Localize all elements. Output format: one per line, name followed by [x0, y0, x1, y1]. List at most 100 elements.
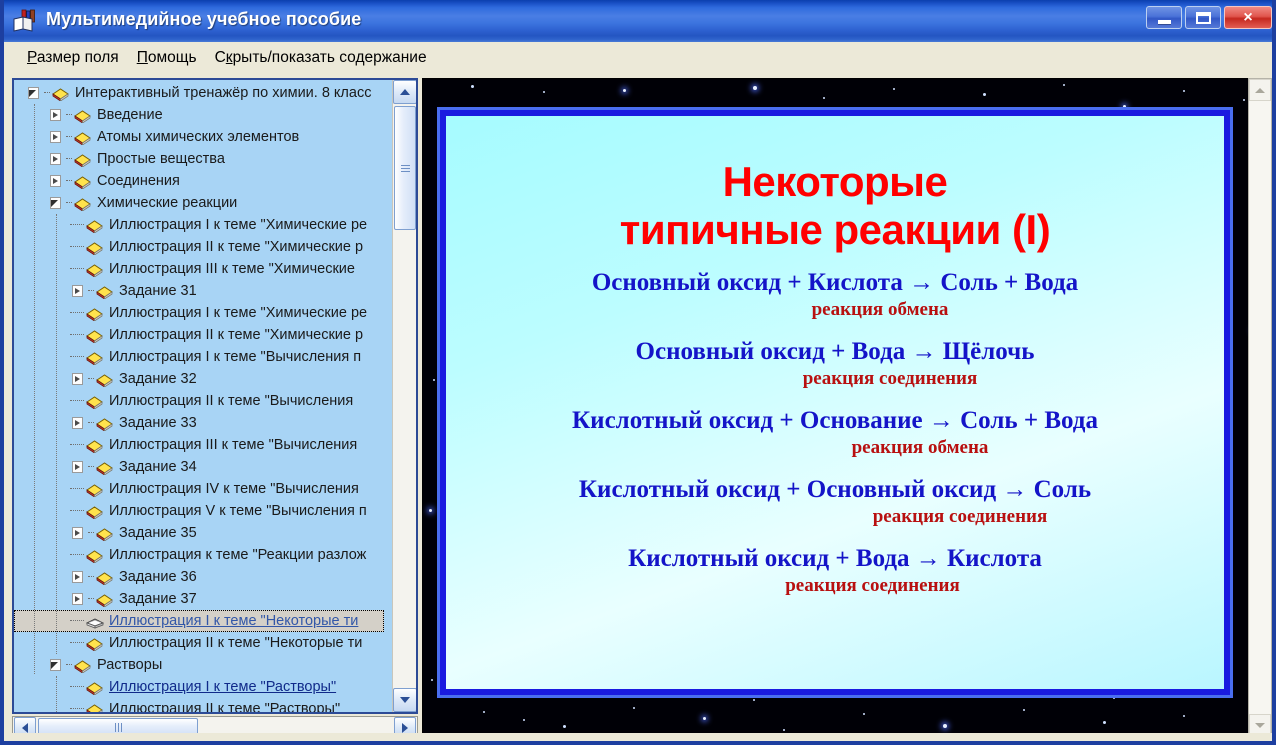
- minimize-button[interactable]: [1146, 6, 1182, 29]
- reaction-list: Основный оксид + Кислота → Соль + Водаре…: [446, 268, 1224, 598]
- reaction-item: Основный оксид + Вода → Щёлочьреакция со…: [446, 337, 1224, 391]
- menu-item-2[interactable]: Скрыть/показать содержание: [206, 46, 436, 70]
- tree-item-label: Задание 31: [119, 282, 197, 300]
- expand-toggle-icon[interactable]: [48, 130, 63, 145]
- maximize-button[interactable]: [1185, 6, 1221, 29]
- tree-item[interactable]: Иллюстрация II к теме "Некоторые ти: [14, 632, 392, 654]
- tree-scroll-down-button[interactable]: [393, 688, 417, 712]
- tree-item-label: Иллюстрация II к теме "Некоторые ти: [109, 634, 362, 652]
- tree-item[interactable]: Иллюстрация I к теме "Химические ре: [14, 214, 392, 236]
- expand-toggle-icon[interactable]: [70, 570, 85, 585]
- star-icon: [433, 379, 435, 381]
- content-scroll-up-button[interactable]: [1249, 79, 1271, 101]
- tree-item[interactable]: Задание 34: [14, 456, 392, 478]
- tree-item[interactable]: Задание 35: [14, 522, 392, 544]
- tree-item[interactable]: Иллюстрация I к теме "Вычисления п: [14, 346, 392, 368]
- content-area: Интерактивный тренажёр по химии. 8 класс…: [8, 74, 1276, 741]
- reaction-equation: Кислотный оксид + Вода → Кислота: [446, 544, 1224, 574]
- tree-item[interactable]: Интерактивный тренажёр по химии. 8 класс: [14, 82, 392, 104]
- menu-item-1[interactable]: Помощь: [128, 46, 206, 70]
- close-button[interactable]: ×: [1224, 6, 1272, 29]
- tree-scroll-thumb[interactable]: [394, 106, 416, 230]
- tree-item[interactable]: Иллюстрация II к теме "Химические р: [14, 236, 392, 258]
- book-icon: [86, 702, 103, 713]
- star-icon: [783, 729, 785, 731]
- tree-item[interactable]: Растворы: [14, 654, 392, 676]
- tree-item-label: Иллюстрация V к теме "Вычисления п: [109, 502, 367, 520]
- star-icon: [429, 509, 432, 512]
- slide: Некоторые типичные реакции (I) Основный …: [440, 110, 1230, 695]
- book-icon: [52, 86, 69, 101]
- content-vertical-scrollbar[interactable]: [1248, 78, 1272, 737]
- star-icon: [753, 699, 755, 701]
- expand-toggle-icon[interactable]: [48, 174, 63, 189]
- book-icon: [86, 328, 103, 343]
- expand-toggle-icon[interactable]: [70, 416, 85, 431]
- tree-item[interactable]: Задание 36: [14, 566, 392, 588]
- slide-title-line-1: Некоторые: [446, 158, 1224, 206]
- tree-item[interactable]: Простые вещества: [14, 148, 392, 170]
- expand-toggle-icon[interactable]: [70, 372, 85, 387]
- tree-item[interactable]: Иллюстрация к теме "Реакции разлож: [14, 544, 392, 566]
- tree-item[interactable]: Иллюстрация II к теме "Вычисления: [14, 390, 392, 412]
- tree-item[interactable]: Иллюстрация I к теме "Растворы": [14, 676, 392, 698]
- book-icon: [96, 570, 113, 585]
- expand-toggle-icon[interactable]: [70, 460, 85, 475]
- tree-item[interactable]: Задание 31: [14, 280, 392, 302]
- tree-connector: [88, 290, 94, 292]
- star-icon: [1023, 709, 1025, 711]
- star-icon: [823, 97, 825, 99]
- tree-item[interactable]: Химические реакции: [14, 192, 392, 214]
- tree-connector: [88, 532, 94, 534]
- menu-bar: Размер поляПомощьСкрыть/показать содержа…: [8, 42, 1276, 74]
- reaction-item: Кислотный оксид + Вода → Кислотареакция …: [446, 544, 1224, 598]
- star-icon: [1183, 90, 1185, 92]
- tree-item[interactable]: Иллюстрация III к теме "Вычисления: [14, 434, 392, 456]
- collapse-toggle-icon[interactable]: [48, 196, 63, 211]
- book-icon: [74, 174, 91, 189]
- tree-item[interactable]: Введение: [14, 104, 392, 126]
- tree-item[interactable]: Иллюстрация III к теме "Химические: [14, 258, 392, 280]
- menu-item-0[interactable]: Размер поля: [18, 46, 128, 70]
- tree-item-label: Иллюстрация II к теме "Растворы": [109, 700, 340, 712]
- tree-connector: [70, 312, 84, 314]
- tree-connector: [66, 158, 72, 160]
- tree-connector: [66, 664, 72, 666]
- tree-vertical-scrollbar[interactable]: [392, 80, 416, 712]
- collapse-toggle-icon[interactable]: [48, 658, 63, 673]
- slide-title-line-2: типичные реакции (I): [446, 206, 1224, 254]
- tree-item[interactable]: Иллюстрация II к теме "Растворы": [14, 698, 392, 712]
- book-icon: [74, 196, 91, 211]
- slide-viewer-panel: Некоторые типичные реакции (I) Основный …: [422, 78, 1272, 737]
- scroll-up-icon: [1255, 88, 1265, 93]
- reaction-item: Основный оксид + Кислота → Соль + Водаре…: [446, 268, 1224, 322]
- tree-item[interactable]: Соединения: [14, 170, 392, 192]
- slide-title: Некоторые типичные реакции (I): [446, 158, 1224, 254]
- book-icon: [86, 438, 103, 453]
- tree-item[interactable]: Иллюстрация V к теме "Вычисления п: [14, 500, 392, 522]
- expand-toggle-icon[interactable]: [70, 526, 85, 541]
- tree-item[interactable]: Иллюстрация IV к теме "Вычисления: [14, 478, 392, 500]
- expand-toggle-icon[interactable]: [70, 592, 85, 607]
- tree-item[interactable]: Атомы химических элементов: [14, 126, 392, 148]
- tree-item[interactable]: Задание 37: [14, 588, 392, 610]
- expand-toggle-icon[interactable]: [48, 108, 63, 123]
- book-icon: [86, 306, 103, 321]
- tree-item[interactable]: Иллюстрация I к теме "Химические ре: [14, 302, 392, 324]
- tree-connector: [70, 444, 84, 446]
- tree-item[interactable]: Иллюстрация I к теме "Некоторые ти: [14, 610, 384, 632]
- expand-toggle-icon[interactable]: [70, 284, 85, 299]
- book-icon: [96, 526, 113, 541]
- tree-item[interactable]: Задание 32: [14, 368, 392, 390]
- tree-item[interactable]: Иллюстрация II к теме "Химические р: [14, 324, 392, 346]
- star-icon: [543, 91, 545, 93]
- star-icon: [983, 93, 986, 96]
- tree-item-label: Интерактивный тренажёр по химии. 8 класс: [75, 84, 371, 102]
- tree-item[interactable]: Задание 33: [14, 412, 392, 434]
- collapse-toggle-icon[interactable]: [26, 86, 41, 101]
- reaction-equation: Основный оксид + Кислота → Соль + Вода: [446, 268, 1224, 298]
- tree-item-label: Задание 33: [119, 414, 197, 432]
- tree-scroll-up-button[interactable]: [393, 80, 417, 104]
- expand-toggle-icon[interactable]: [48, 152, 63, 167]
- close-icon: ×: [1243, 10, 1252, 26]
